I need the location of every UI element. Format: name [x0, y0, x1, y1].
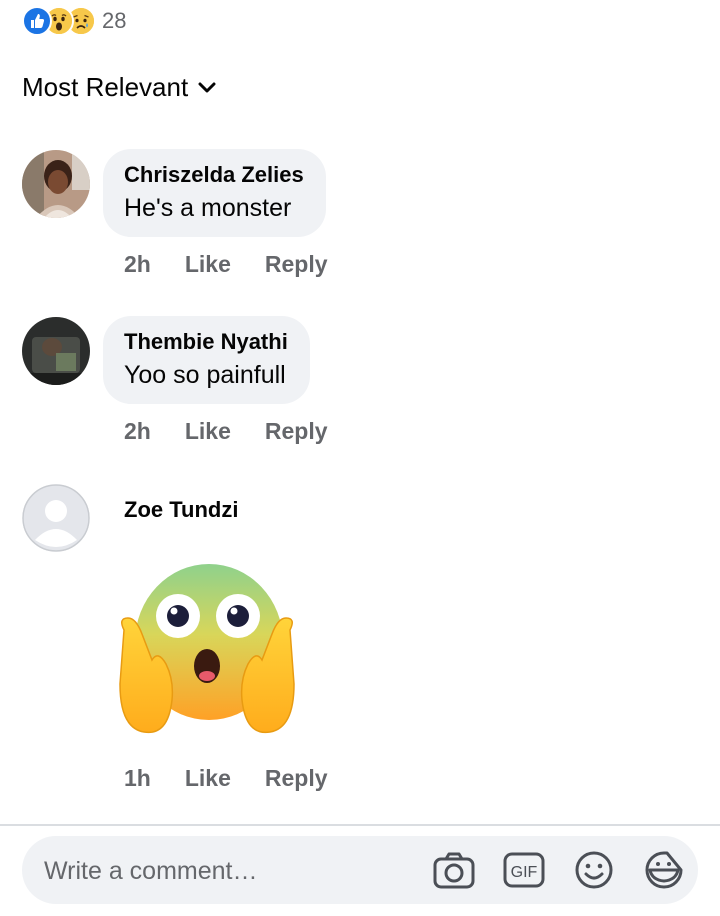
shocked-face-emoji — [114, 558, 300, 740]
comment-text: He's a monster — [124, 194, 292, 222]
comment-timestamp: 2h — [124, 418, 151, 444]
avatar[interactable] — [22, 317, 90, 385]
sort-dropdown[interactable]: Most Relevant — [22, 72, 216, 103]
reply-button[interactable]: Reply — [265, 251, 328, 278]
like-button[interactable]: Like — [185, 418, 231, 445]
reaction-summary[interactable]: 28 — [22, 6, 126, 36]
comment-input[interactable] — [42, 836, 426, 906]
reaction-count: 28 — [102, 8, 127, 33]
sort-label: Most Relevant — [22, 72, 189, 102]
comment-actions: 1h Like Reply — [124, 765, 362, 792]
avatar[interactable] — [22, 150, 90, 218]
camera-icon[interactable] — [432, 850, 476, 890]
comment-actions: 2h Like Reply — [124, 251, 362, 278]
emoji-icon[interactable] — [572, 850, 616, 890]
sticker-icon[interactable] — [642, 850, 686, 890]
comment-timestamp: 1h — [124, 765, 151, 791]
comment-timestamp: 2h — [124, 251, 151, 277]
comment-bubble: Chriszelda Zelies He's a monster — [103, 149, 326, 237]
comment-actions: 2h Like Reply — [124, 418, 362, 445]
comment-composer: GIF — [22, 836, 698, 906]
comment-text: Yoo so painfull — [124, 361, 286, 389]
reply-button[interactable]: Reply — [265, 765, 328, 792]
default-avatar-icon[interactable] — [22, 484, 90, 552]
like-button[interactable]: Like — [185, 251, 231, 278]
like-icon — [22, 6, 52, 36]
comment-author[interactable]: Thembie Nyathi — [124, 328, 288, 356]
gif-label: GIF — [511, 864, 538, 881]
reply-button[interactable]: Reply — [265, 418, 328, 445]
like-button[interactable]: Like — [185, 765, 231, 792]
comment-author[interactable]: Chriszelda Zelies — [124, 161, 304, 189]
comment-bubble: Thembie Nyathi Yoo so painfull — [103, 316, 310, 404]
divider — [0, 824, 720, 826]
chevron-down-icon — [198, 82, 216, 92]
comment-author[interactable]: Zoe Tundzi — [124, 496, 238, 524]
gif-icon[interactable]: GIF — [502, 850, 546, 890]
